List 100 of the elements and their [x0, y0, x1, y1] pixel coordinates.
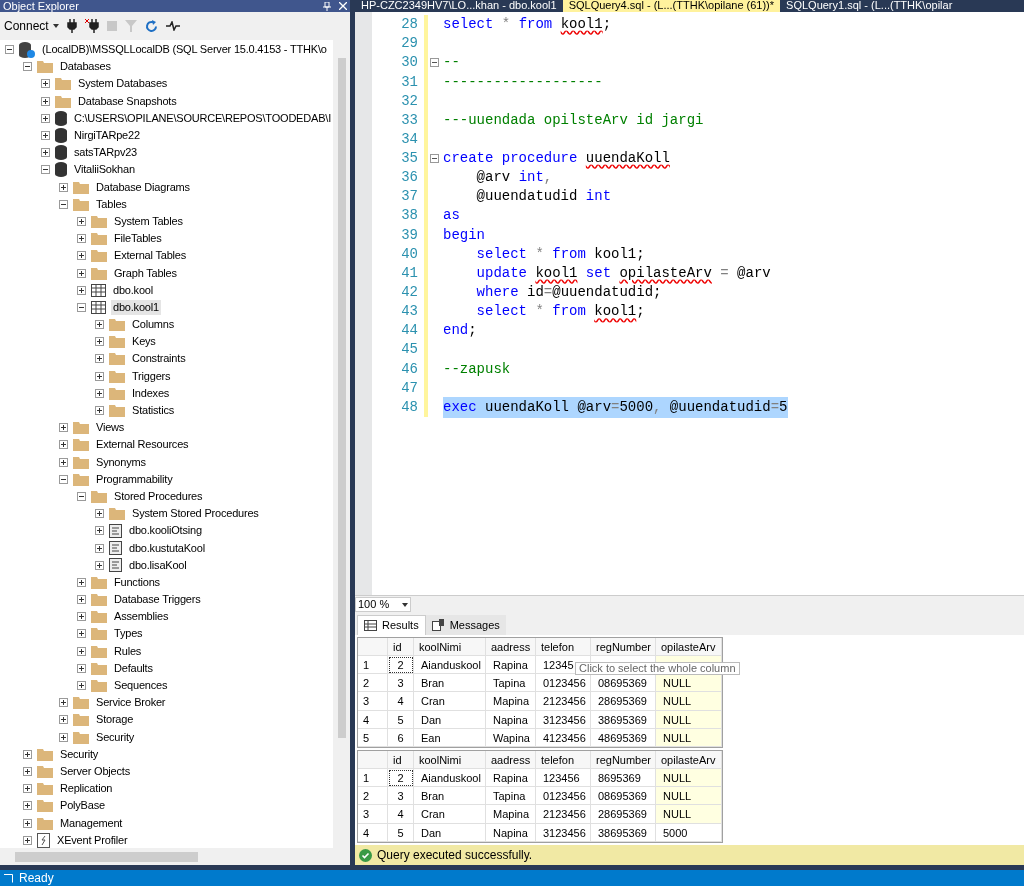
disconnect-icon[interactable] [84, 19, 99, 33]
tree-item[interactable]: External Resources [94, 437, 191, 453]
collapse-toggle[interactable] [430, 154, 439, 164]
tree-item[interactable]: Assemblies [112, 609, 171, 625]
expand-toggle[interactable] [77, 251, 86, 261]
expand-toggle[interactable] [41, 96, 50, 106]
expand-toggle[interactable] [23, 801, 32, 811]
tree-item[interactable]: dbo.kool [111, 282, 155, 298]
row-number[interactable]: 5 [358, 728, 388, 747]
expand-toggle[interactable] [95, 388, 104, 398]
collapse-toggle[interactable] [41, 165, 50, 175]
tree-item[interactable]: Security [58, 746, 101, 762]
tree-item[interactable]: Columns [130, 317, 176, 333]
refresh-icon[interactable] [144, 19, 158, 33]
tree-item[interactable]: Defaults [112, 660, 155, 676]
collapse-toggle[interactable] [23, 62, 32, 72]
expand-toggle[interactable] [23, 766, 32, 776]
collapse-toggle[interactable] [59, 474, 68, 484]
tree-item[interactable]: Database Snapshots [76, 93, 179, 109]
tree-item[interactable]: Graph Tables [112, 265, 179, 281]
row-number[interactable]: 4 [358, 710, 388, 729]
tree-item[interactable]: External Tables [112, 248, 188, 264]
tree-item[interactable]: Stored Procedures [112, 488, 205, 504]
tree-item[interactable]: dbo.lisaKool [127, 557, 189, 573]
expand-toggle[interactable] [95, 509, 104, 519]
expand-toggle[interactable] [59, 423, 68, 433]
row-number[interactable]: 2 [358, 787, 388, 806]
expand-toggle[interactable] [23, 749, 32, 759]
expand-toggle[interactable] [95, 354, 104, 364]
expand-toggle[interactable] [41, 131, 50, 141]
column-header[interactable]: regNumber [591, 750, 656, 769]
document-tab[interactable]: SQLQuery4.sql - (L...(TTHK\opilane (61))* [562, 0, 781, 12]
expand-toggle[interactable] [77, 629, 86, 639]
column-header[interactable]: aadress [486, 638, 536, 656]
tree-item[interactable]: PolyBase [58, 798, 107, 814]
tree-item[interactable]: Replication [58, 781, 115, 797]
collapse-toggle[interactable] [77, 302, 86, 312]
tree-item[interactable]: Server Objects [58, 763, 132, 779]
row-number[interactable]: 1 [358, 768, 388, 788]
tree-item[interactable]: Sequences [112, 678, 170, 694]
expand-toggle[interactable] [23, 784, 32, 794]
collapse-toggle[interactable] [77, 491, 86, 501]
tree-item[interactable]: Constraints [130, 351, 188, 367]
tree-item[interactable]: dbo.kooliOtsing [127, 523, 204, 539]
expand-toggle[interactable] [41, 148, 50, 158]
expand-toggle[interactable] [77, 577, 86, 587]
row-number[interactable]: 3 [358, 692, 388, 711]
row-number[interactable]: 1 [358, 656, 388, 675]
tree-item[interactable]: Views [94, 420, 127, 436]
expand-toggle[interactable] [77, 234, 86, 244]
expand-toggle[interactable] [95, 560, 104, 570]
expand-toggle[interactable] [95, 526, 104, 536]
expand-toggle[interactable] [59, 457, 68, 467]
tree-item[interactable]: Database Triggers [112, 592, 203, 608]
tree-item[interactable]: Tables [94, 196, 129, 212]
row-number[interactable]: 3 [358, 805, 388, 824]
expand-toggle[interactable] [77, 663, 86, 673]
pin-icon[interactable] [323, 1, 331, 11]
expand-toggle[interactable] [95, 371, 104, 381]
column-header[interactable]: telefon [536, 638, 591, 656]
tree-item[interactable]: Management [58, 815, 125, 831]
expand-toggle[interactable] [77, 612, 86, 622]
collapse-toggle[interactable] [430, 58, 439, 68]
tree-item[interactable]: Keys [130, 334, 158, 350]
expand-toggle[interactable] [59, 698, 68, 708]
expand-toggle[interactable] [77, 595, 86, 605]
column-header[interactable]: koolNimi [414, 638, 486, 656]
tree-item[interactable]: Triggers [130, 368, 173, 384]
expand-toggle[interactable] [41, 113, 50, 123]
results-tab[interactable]: Results [357, 615, 426, 635]
expand-toggle[interactable] [59, 732, 68, 742]
tree-item[interactable]: Security [94, 729, 137, 745]
tree-item[interactable]: Indexes [130, 385, 172, 401]
expand-toggle[interactable] [95, 543, 104, 553]
connect-button[interactable]: Connect [4, 17, 59, 35]
column-header[interactable]: opilasteArv [656, 750, 722, 769]
tree-item[interactable]: (LocalDB)\MSSQLLocalDB (SQL Server 15.0.4153 - TTHK\o [40, 42, 329, 58]
horizontal-scrollbar[interactable] [0, 848, 350, 865]
expand-toggle[interactable] [95, 337, 104, 347]
tree-item[interactable]: NirgiTARpe22 [72, 128, 142, 144]
plug-icon[interactable] [66, 19, 77, 33]
tree-item[interactable]: Databases [58, 59, 113, 75]
row-number[interactable]: 2 [358, 674, 388, 693]
column-header[interactable]: koolNimi [414, 750, 486, 769]
tree-item[interactable]: System Tables [112, 213, 185, 229]
expand-toggle[interactable] [23, 818, 32, 828]
expand-toggle[interactable] [23, 835, 32, 845]
tree-item[interactable]: satsTARpv23 [72, 145, 139, 161]
row-number[interactable]: 4 [358, 823, 388, 842]
column-header[interactable]: opilasteArv [656, 638, 722, 656]
expand-toggle[interactable] [59, 440, 68, 450]
tree-item[interactable]: Types [112, 626, 145, 642]
collapse-toggle[interactable] [59, 199, 68, 209]
collapse-toggle[interactable] [5, 45, 14, 55]
tree-item[interactable]: C:\USERS\OPILANE\SOURCE\REPOS\TOODEDAB\I [71, 110, 333, 126]
column-header[interactable]: id [388, 750, 414, 769]
tree-item[interactable]: Functions [112, 574, 162, 590]
tree-item[interactable]: Storage [94, 712, 136, 728]
tree-item[interactable]: dbo.kustutaKool [127, 540, 207, 556]
zoom-dropdown[interactable]: 100 % [355, 597, 411, 612]
